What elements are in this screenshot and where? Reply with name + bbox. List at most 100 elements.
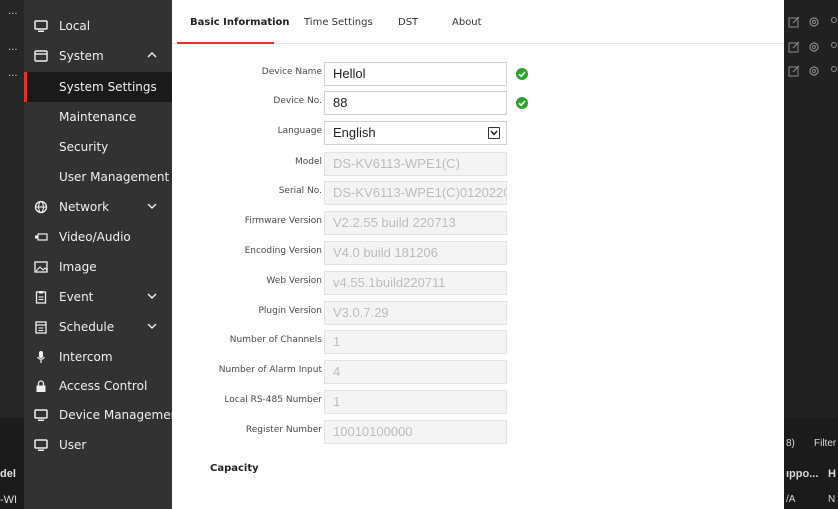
form-row-language: Language English — [172, 121, 784, 145]
main-panel: Basic Information Time Settings DST Abou… — [172, 0, 784, 509]
overflow-dots: ... — [8, 68, 18, 79]
sidebar-item-label: Network — [59, 200, 110, 214]
user-icon[interactable] — [828, 65, 838, 77]
form-row-serial-no: Serial No. DS-KV6113-WPE1(C)0120220 — [172, 181, 784, 205]
monitor-icon — [34, 19, 48, 33]
gear-icon[interactable] — [808, 65, 820, 77]
background-app-right: 8) Filter ıppo... H /A N — [784, 0, 838, 509]
serial-no-field: DS-KV6113-WPE1(C)0120220 — [324, 181, 507, 205]
form-row-web-version: Web Version v4.55.1build220711 — [172, 271, 784, 295]
table-cell: /A — [786, 494, 796, 505]
field-label: Firmware Version — [244, 216, 322, 226]
field-label: Number of Alarm Input — [218, 365, 322, 375]
device-no-input[interactable]: 88 — [324, 91, 507, 115]
sidebar-item-user-management[interactable]: User Management — [24, 162, 172, 192]
gear-icon[interactable] — [808, 41, 820, 53]
field-label: Local RS-485 Number — [224, 395, 322, 405]
image-icon — [34, 260, 48, 274]
row-actions — [788, 16, 838, 28]
camera-icon — [34, 230, 48, 244]
sidebar-item-access-control[interactable]: Access Control — [24, 371, 172, 401]
tab-dst[interactable]: DST — [398, 17, 418, 28]
sidebar-item-network[interactable]: Network — [24, 192, 172, 222]
row-actions — [788, 65, 838, 77]
chevron-down-icon — [147, 323, 157, 329]
overflow-dots: ... — [8, 6, 18, 17]
sidebar-item-video-audio[interactable]: Video/Audio — [24, 222, 172, 252]
tab-basic-information[interactable]: Basic Information — [190, 17, 290, 28]
column-header: H — [828, 468, 836, 480]
sidebar-item-event[interactable]: Event — [24, 282, 172, 312]
window-icon — [34, 49, 48, 63]
check-circle-icon — [516, 68, 528, 80]
sidebar-item-image[interactable]: Image — [24, 252, 172, 282]
field-label: Device Name — [261, 67, 322, 77]
sidebar-item-label: Intercom — [59, 350, 113, 364]
chevron-up-icon — [147, 52, 157, 58]
register-number-field: 10010100000 — [324, 420, 507, 444]
firmware-version-field: V2.2.55 build 220713 — [324, 211, 507, 235]
form-row-alarm-input: Number of Alarm Input 4 — [172, 360, 784, 384]
column-header: del — [0, 468, 16, 480]
background-table: 8) Filter ıppo... H /A N — [784, 418, 838, 509]
edit-icon[interactable] — [788, 41, 800, 53]
channels-field: 1 — [324, 330, 507, 354]
tab-about[interactable]: About — [452, 17, 482, 28]
field-label: Language — [277, 126, 322, 136]
user-icon[interactable] — [828, 41, 838, 53]
table-cell: N — [828, 494, 836, 505]
microphone-icon — [34, 350, 48, 364]
sidebar-item-system[interactable]: System — [24, 41, 172, 71]
sidebar-item-label: User — [59, 438, 87, 452]
language-selected-value: English — [333, 125, 376, 140]
active-tab-indicator — [177, 42, 274, 44]
model-field: DS-KV6113-WPE1(C) — [324, 152, 507, 176]
chevron-down-icon[interactable] — [488, 127, 500, 139]
sidebar-item-intercom[interactable]: Intercom — [24, 342, 172, 372]
calendar-icon — [34, 320, 48, 334]
gear-icon[interactable] — [808, 16, 820, 28]
edit-icon[interactable] — [788, 16, 800, 28]
form-row-plugin-version: Plugin Version V3.0.7.29 — [172, 301, 784, 325]
sidebar-item-maintenance[interactable]: Maintenance — [24, 102, 172, 132]
sidebar: Local System System Settings Maintenance… — [24, 0, 183, 509]
sidebar-item-schedule[interactable]: Schedule — [24, 312, 172, 342]
globe-icon — [34, 200, 48, 214]
field-label: Register Number — [245, 425, 322, 435]
sidebar-item-label: Local — [59, 19, 91, 33]
chevron-down-icon — [147, 293, 157, 299]
sidebar-item-local[interactable]: Local — [24, 11, 172, 41]
sidebar-item-system-settings[interactable]: System Settings — [24, 72, 172, 102]
field-label: Plugin Version — [258, 306, 322, 316]
edit-icon[interactable] — [788, 65, 800, 77]
plugin-version-field: V3.0.7.29 — [324, 301, 507, 325]
field-label: Model — [294, 157, 322, 167]
rs485-field: 1 — [324, 390, 507, 414]
tab-time-settings[interactable]: Time Settings — [304, 17, 373, 28]
alarm-input-field: 4 — [324, 360, 507, 384]
clipboard-icon — [34, 290, 48, 304]
language-select[interactable]: English — [324, 121, 507, 145]
field-label: Serial No. — [278, 186, 322, 196]
background-app-left: ... ... ... del -WI — [0, 0, 24, 509]
field-label: Device No. — [273, 96, 322, 106]
device-name-input[interactable]: Hellol — [324, 62, 507, 86]
sidebar-item-user[interactable]: User — [24, 430, 172, 460]
field-label: Number of Channels — [229, 335, 322, 345]
form-row-device-name: Device Name Hellol — [172, 62, 784, 86]
user-icon[interactable] — [828, 16, 838, 28]
form-row-device-no: Device No. 88 — [172, 91, 784, 115]
table-cell: -WI — [0, 494, 18, 506]
form-row-model: Model DS-KV6113-WPE1(C) — [172, 152, 784, 176]
sidebar-item-security[interactable]: Security — [24, 132, 172, 162]
filter-input[interactable]: Filter — [814, 438, 836, 449]
sidebar-item-device-management[interactable]: Device Management — [24, 400, 183, 430]
sidebar-item-label: Access Control — [59, 379, 148, 393]
form-row-register-number: Register Number 10010100000 — [172, 420, 784, 444]
row-actions — [788, 41, 838, 53]
background-table: del -WI — [0, 418, 24, 509]
count-text: 8) — [786, 438, 795, 449]
monitor-icon — [34, 408, 48, 422]
sidebar-item-label: System — [59, 49, 104, 63]
sidebar-item-label: Device Management — [59, 408, 183, 422]
